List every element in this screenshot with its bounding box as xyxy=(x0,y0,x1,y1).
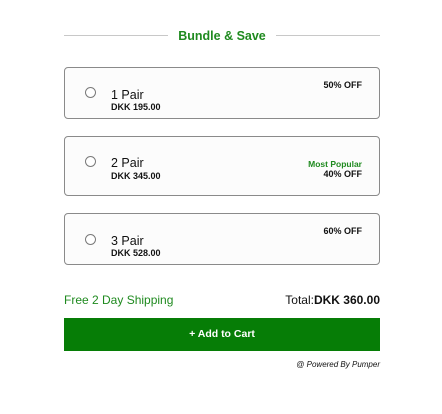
total-label: Total: xyxy=(285,293,314,307)
total-value: DKK 360.00 xyxy=(313,293,380,307)
option-label: 2 Pair xyxy=(111,156,144,170)
most-popular-badge: Most Popular xyxy=(308,159,362,169)
divider-line xyxy=(276,35,380,36)
add-to-cart-button[interactable]: + Add to Cart xyxy=(64,318,380,351)
powered-by-credit: @ Powered By Pumper xyxy=(296,360,380,369)
bundle-header: Bundle & Save xyxy=(64,28,380,44)
total-price: Total:DKK 360.00 xyxy=(285,293,380,307)
option-price: DKK 528.00 xyxy=(111,248,161,258)
bundle-title: Bundle & Save xyxy=(178,29,266,43)
radio-button[interactable] xyxy=(85,87,96,98)
shipping-info: Free 2 Day Shipping xyxy=(64,293,174,307)
radio-button[interactable] xyxy=(85,234,96,245)
summary-row: Free 2 Day Shipping Total:DKK 360.00 xyxy=(64,293,380,307)
discount-label: 60% OFF xyxy=(323,226,362,236)
option-label: 3 Pair xyxy=(111,234,144,248)
option-price: DKK 345.00 xyxy=(111,171,161,181)
option-label: 1 Pair xyxy=(111,88,144,102)
bundle-option-3-pair[interactable]: 3 Pair DKK 528.00 60% OFF xyxy=(64,213,380,265)
option-price: DKK 195.00 xyxy=(111,102,161,112)
discount-label: 40% OFF xyxy=(323,169,362,179)
bundle-option-2-pair[interactable]: 2 Pair DKK 345.00 Most Popular 40% OFF xyxy=(64,136,380,196)
radio-button[interactable] xyxy=(85,156,96,167)
bundle-option-1-pair[interactable]: 1 Pair DKK 195.00 50% OFF xyxy=(64,67,380,119)
discount-label: 50% OFF xyxy=(323,80,362,90)
